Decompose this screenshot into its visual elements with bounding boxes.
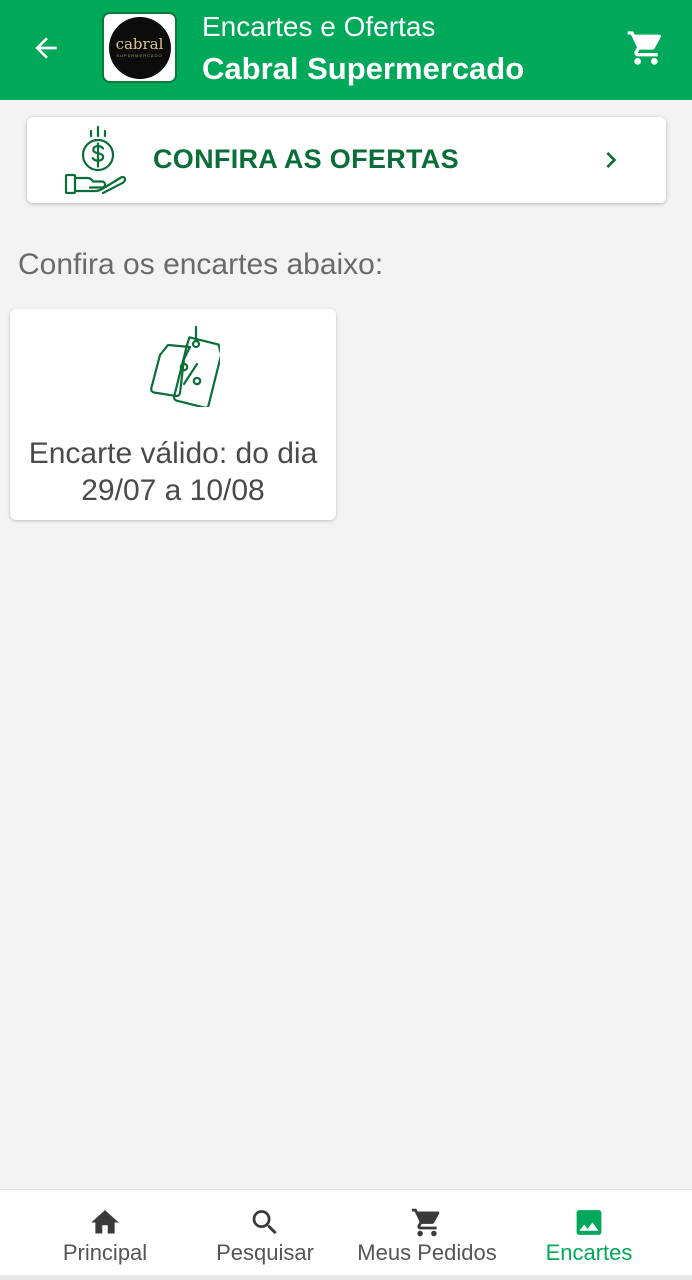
money-hand-icon — [64, 125, 127, 195]
header-subtitle: Encartes e Ofertas — [202, 11, 436, 42]
arrow-left-icon — [35, 37, 57, 59]
nav-item-principal[interactable]: Principal — [50, 1206, 160, 1266]
nav-label-encartes: Encartes — [545, 1240, 633, 1265]
nav-label-pesquisar: Pesquisar — [216, 1240, 314, 1265]
offers-banner[interactable]: CONFIRA AS OFERTAS — [27, 117, 666, 203]
section-title: Confira os encartes abaixo: — [18, 248, 384, 281]
search-icon — [252, 1210, 277, 1235]
offers-banner-label: CONFIRA AS OFERTAS — [153, 144, 459, 174]
bottom-navigation: Principal Pesquisar Meus Pedidos Encarte… — [0, 1189, 692, 1280]
nav-item-meus-pedidos[interactable]: Meus Pedidos — [347, 1206, 507, 1266]
header-title: Cabral Supermercado — [202, 51, 525, 86]
store-logo: cabral SUPERMERCADO — [102, 12, 177, 83]
logo-badge: cabral SUPERMERCADO — [108, 16, 171, 79]
cart-icon — [411, 1208, 440, 1237]
cart-icon — [627, 31, 662, 65]
nav-item-encartes[interactable]: Encartes — [534, 1206, 644, 1266]
home-icon — [91, 1210, 119, 1234]
back-button[interactable] — [26, 28, 66, 68]
app-bar: cabral SUPERMERCADO Encartes e Ofertas C… — [0, 0, 692, 100]
nav-item-pesquisar[interactable]: Pesquisar — [205, 1206, 325, 1266]
discount-tag-icon — [150, 325, 220, 407]
image-icon — [576, 1210, 602, 1235]
flyer-card[interactable]: Encarte válido: do dia 29/07 a 10/08 — [10, 309, 336, 520]
logo-subtext: SUPERMERCADO — [116, 53, 163, 58]
logo-text: cabral — [115, 35, 164, 53]
nav-label-principal: Principal — [62, 1240, 148, 1265]
nav-label-meus-pedidos: Meus Pedidos — [357, 1240, 497, 1265]
chevron-right-icon — [606, 152, 617, 168]
flyer-validity-text: Encarte válido: do dia 29/07 a 10/08 — [28, 437, 318, 507]
cart-button[interactable] — [624, 26, 668, 70]
